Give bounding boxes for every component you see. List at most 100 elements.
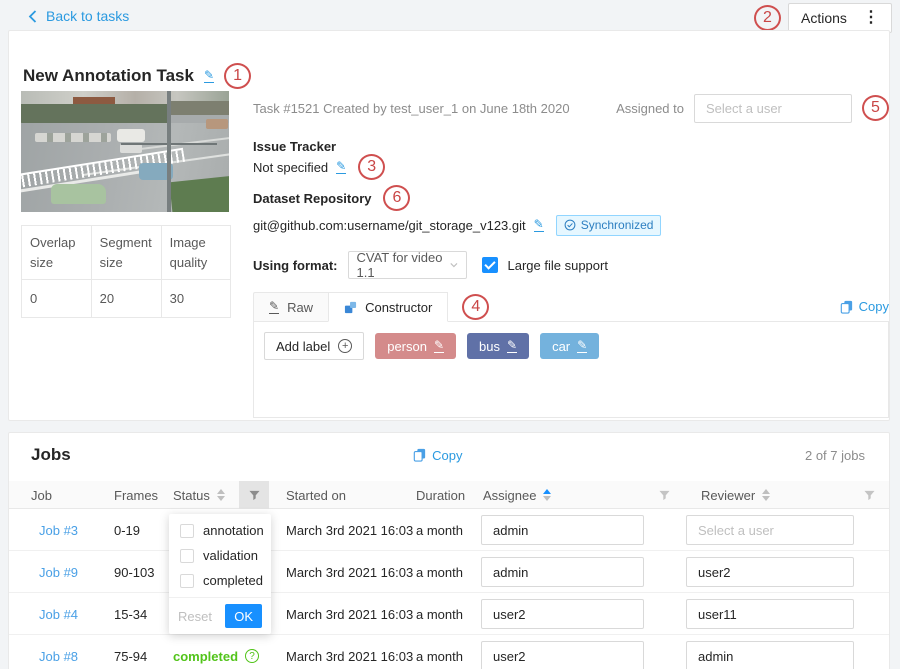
label-chip-person[interactable]: person ✎ [375,333,456,359]
reviewer-sorter[interactable] [762,489,770,501]
page-title: New Annotation Task [23,66,194,86]
assigned-to-input[interactable] [694,94,852,123]
job-4-assignee-input[interactable] [481,599,644,629]
edit-person-label-icon[interactable]: ✎ [434,339,444,353]
param-value-overlap: 0 [22,280,92,318]
column-reviewer: Reviewer [701,481,770,509]
edit-title-icon[interactable]: ✎ [204,69,214,83]
constructor-block-icon [344,301,357,314]
filter-option-annotation[interactable]: annotation [169,518,271,543]
filter-option-validation[interactable]: validation [169,543,271,568]
job-3-link[interactable]: Job #3 [39,523,78,538]
using-format-label: Using format: [253,258,338,273]
label-chip-bus[interactable]: bus ✎ [467,333,529,359]
dataset-repository-url: git@github.com:username/git_storage_v123… [253,218,526,233]
jobs-title: Jobs [31,445,71,465]
back-chevron-icon [28,10,37,23]
actions-label: Actions [801,10,847,26]
jobs-table-header: Job Frames Status Started on Duration As… [9,481,889,509]
status-sorter[interactable] [217,489,225,501]
task-details-card: New Annotation Task ✎ 1 O [8,30,890,421]
job-4-link[interactable]: Job #4 [39,607,78,622]
tab-constructor[interactable]: Constructor [328,292,448,322]
format-select[interactable]: CVAT for video 1.1 [348,251,467,279]
synchronized-badge: Synchronized [556,215,662,236]
job-8-assignee-input[interactable] [481,641,644,669]
edit-issue-tracker-icon[interactable]: ✎ [336,160,346,174]
copy-icon [840,300,853,314]
job-8-link[interactable]: Job #8 [39,649,78,664]
edit-repository-icon[interactable]: ✎ [534,218,544,232]
annotation-circle-2: 2 [754,5,781,31]
task-meta: Task #1521 Created by test_user_1 on Jun… [253,101,570,116]
job-3-assignee-input[interactable] [481,515,644,545]
labels-constructor-panel: Add label + person ✎ bus ✎ car ✎ [253,321,889,418]
copy-labels-button[interactable]: Copy [840,299,889,314]
job-8-reviewer-input[interactable] [686,641,854,669]
add-label-button[interactable]: Add label + [264,332,364,360]
job-3-frames: 0-19 [114,509,140,551]
large-file-support-checkbox[interactable] [482,257,498,273]
task-params-table: Overlap size Segment size Image quality … [21,225,231,318]
validation-checkbox[interactable] [180,549,194,563]
filter-funnel-icon [659,490,670,501]
copy-jobs-label: Copy [432,448,462,463]
issue-tracker-row: Not specified ✎ 3 [253,157,889,177]
reviewer-filter-button[interactable] [854,481,884,509]
dataset-repository-row: Dataset Repository 6 [253,185,889,211]
question-circle-icon: ? [245,649,259,663]
job-4-duration: a month [416,593,463,635]
job-9-reviewer-input[interactable] [686,557,854,587]
param-header-segment: Segment size [91,226,161,280]
job-8-duration: a month [416,635,463,669]
back-to-tasks-link[interactable]: Back to tasks [28,8,129,24]
annotation-checkbox[interactable] [180,524,194,538]
actions-button[interactable]: Actions ⋮ [788,3,892,33]
annotation-circle-4: 4 [462,294,489,320]
column-frames: Frames [114,481,158,509]
raw-tab-pencil-icon: ✎ [269,300,279,314]
job-9-assignee-input[interactable] [481,557,644,587]
job-3-started: March 3rd 2021 16:03 [286,509,413,551]
job-4-reviewer-input[interactable] [686,599,854,629]
edit-car-label-icon[interactable]: ✎ [577,339,587,353]
column-reviewer-label: Reviewer [701,488,755,503]
tab-raw[interactable]: ✎ Raw [253,292,328,322]
annotation-option-label: annotation [203,523,264,538]
job-8-frames: 75-94 [114,635,147,669]
filter-options: annotation validation completed [169,514,271,597]
dataset-repository-value-row: git@github.com:username/git_storage_v123… [253,214,889,236]
column-status-label: Status [173,488,210,503]
job-9-link[interactable]: Job #9 [39,565,78,580]
assignee-sorter[interactable] [543,489,551,501]
filter-ok-button[interactable]: OK [225,604,262,628]
filter-reset-button[interactable]: Reset [178,609,212,624]
plus-circle-icon: + [338,339,352,353]
column-assignee: Assignee [483,481,551,509]
param-header-overlap: Overlap size [22,226,92,280]
assigned-to-group: Assigned to 5 [616,94,889,123]
copy-jobs-button[interactable]: Copy [413,448,462,463]
annotation-circle-3: 3 [358,154,385,180]
completed-checkbox[interactable] [180,574,194,588]
status-filter-button[interactable] [239,481,269,509]
param-value-segment: 20 [91,280,161,318]
column-started-on: Started on [286,481,346,509]
job-4-started: March 3rd 2021 16:03 [286,593,413,635]
label-chip-car-name: car [552,339,570,354]
filter-option-completed[interactable]: completed [169,568,271,593]
topbar-right: 2 Actions ⋮ [754,3,892,33]
job-3-reviewer-input[interactable] [686,515,854,545]
status-filter-dropdown: annotation validation completed Reset OK [169,514,271,634]
annotation-circle-5: 5 [862,95,889,121]
job-row-4: Job #4 15-34 March 3rd 2021 16:03 a mont… [9,593,889,635]
param-header-quality: Image quality [161,226,230,280]
filter-funnel-icon [864,490,875,501]
assigned-to-label: Assigned to [616,101,684,116]
copy-labels-label: Copy [859,299,889,314]
label-chip-car[interactable]: car ✎ [540,333,599,359]
assignee-filter-button[interactable] [649,481,679,509]
edit-bus-label-icon[interactable]: ✎ [507,339,517,353]
jobs-card: Jobs Copy 2 of 7 jobs Job Frames Status … [8,432,890,669]
completed-option-label: completed [203,573,263,588]
